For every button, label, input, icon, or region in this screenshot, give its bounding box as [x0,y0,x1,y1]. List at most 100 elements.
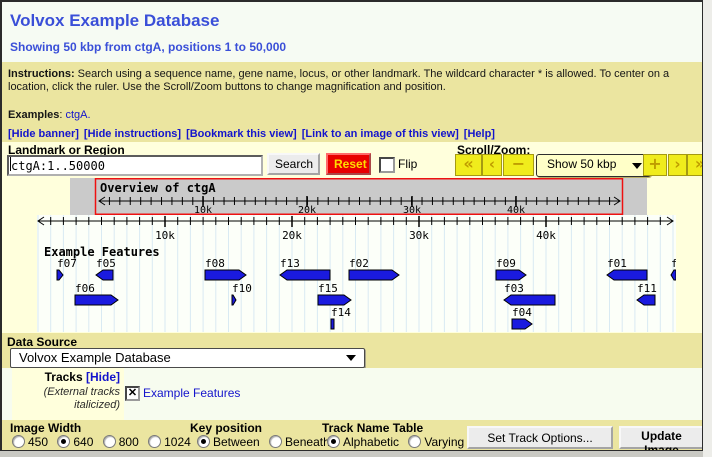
flip-label: Flip [398,157,417,171]
tracks-title: Tracks [Hide] [45,370,120,384]
link-to-image-link[interactable]: [Link to an image of this view] [302,128,459,140]
image-width-800[interactable]: 800 [103,435,139,449]
feature-f07[interactable]: f07 [57,257,77,280]
tracks-left-column: Tracks [Hide] (External tracksitalicized… [12,368,124,420]
ruler-tick-label: 10k [194,205,212,215]
zoom-in-button[interactable]: + [643,154,667,176]
window-edge-right [703,0,712,457]
radio-icon [12,435,25,448]
instructions-section: Instructions: Search using a sequence na… [2,62,702,142]
feature-label: f10 [232,282,252,295]
screenshot-stage: Volvox Example Database Showing 50 kbp f… [0,0,712,457]
chevron-down-icon [346,355,356,361]
feature-label: f13 [280,257,300,270]
key-position-between[interactable]: Between [197,435,260,449]
feature-label: f14 [331,306,351,319]
image-width-label: Image Width [10,421,81,435]
example-ctga-link[interactable]: ctgA. [66,109,91,121]
feature-f11[interactable]: f11 [637,282,657,305]
tracks-section: Tracks [Hide] (External tracksitalicized… [2,368,702,420]
track-name-table-label: Track Name Table [322,421,423,435]
feature-label: f02 [349,257,369,270]
feature-label: f06 [75,282,95,295]
radio-icon [327,435,340,448]
track-name-table-group: Alphabetic Varying [327,435,470,449]
instructions-label: Instructions: [8,68,75,80]
radio-icon [269,435,282,448]
feature-f05[interactable]: f05 [96,257,116,280]
scroll-left-button[interactable]: ‹ [482,154,502,176]
ruler-tick-label: 20k [282,229,302,242]
chevron-down-icon [632,163,642,169]
scroll-far-right-button[interactable]: » [687,154,703,176]
feature-label: f04 [512,306,532,319]
feature-f15[interactable]: f15 [318,282,351,305]
external-tracks-note: (External tracksitalicized) [44,386,120,412]
reset-button[interactable]: Reset [326,153,371,175]
detail-panel[interactable]: 10k20k30k40kExample Featuresf07f05f08f13… [37,215,676,332]
feature-f09[interactable]: f09 [496,257,526,280]
ruler-tick-label: 30k [403,205,421,215]
ruler-tick-label: 20k [298,205,316,215]
example-features-track-link[interactable]: Example Features [143,386,240,400]
feature-label: f03 [504,282,524,295]
radio-icon [148,435,161,448]
image-width-1024[interactable]: 1024 [148,435,191,449]
ruler-tick-label: 30k [409,229,429,242]
browser-section: Landmark or Region Scroll/Zoom: Search R… [2,142,702,333]
overview-title: Overview of ctgA [100,181,216,195]
zoom-level-select[interactable]: Show 50 kbp [536,154,651,177]
scroll-right-button[interactable]: › [668,154,687,176]
radio-icon [57,435,70,448]
ruler-tick-label: 40k [507,205,525,215]
help-link[interactable]: [Help] [464,128,495,140]
zoom-out-button[interactable]: − [503,154,534,176]
feature-label: f09 [496,257,516,270]
feature-f10[interactable]: f10 [232,282,252,305]
image-width-450[interactable]: 450 [12,435,48,449]
track-name-alphabetic[interactable]: Alphabetic [327,435,399,449]
instructions-text: Instructions: Search using a sequence na… [8,68,698,94]
update-image-button[interactable]: Update Image [619,426,703,449]
hide-instructions-link[interactable]: [Hide instructions] [84,128,181,140]
feature-f14[interactable]: f14 [331,306,351,329]
image-width-640[interactable]: 640 [57,435,93,449]
hide-tracks-link[interactable]: [Hide] [86,370,120,384]
banner: Volvox Example Database Showing 50 kbp f… [2,2,702,62]
data-source-select[interactable]: Volvox Example Database [10,348,365,368]
bookmark-view-link[interactable]: [Bookmark this view] [186,128,297,140]
feature-label: f [671,257,676,270]
radio-icon [197,435,210,448]
feature-f08[interactable]: f08 [205,257,246,280]
key-position-group: Between Beneath [197,435,336,449]
scroll-far-left-button[interactable]: « [455,154,482,176]
feature-f03[interactable]: f03 [504,282,555,305]
feature-label: f11 [637,282,657,295]
example-features-checkbox[interactable]: ✕ [125,386,140,401]
examples-line: Examples: ctgA. [8,109,91,121]
set-track-options-button[interactable]: Set Track Options... [467,426,613,449]
flip-checkbox[interactable] [379,157,395,173]
key-position-beneath[interactable]: Beneath [269,435,330,449]
feature-f04[interactable]: f04 [512,306,532,329]
feature-f01[interactable]: f01 [607,257,647,280]
search-button[interactable]: Search [267,153,320,175]
landmark-input[interactable] [7,155,263,176]
feature-f02[interactable]: f02 [349,257,399,280]
track-name-varying[interactable]: Varying [408,435,464,449]
key-position-label: Key position [190,421,262,435]
feature-f[interactable]: f [671,257,676,280]
nav-links: [Hide banner] [Hide instructions] [Bookmar… [8,128,500,140]
bottom-controls: Image Width 450 640 800 1024 Key positio… [2,420,702,450]
page-title: Volvox Example Database [10,11,219,31]
feature-label: f07 [57,257,77,270]
data-source-section: Data Source Volvox Example Database [2,333,702,368]
overview-panel[interactable]: Overview of ctgA 10k 20k 30k 40k [70,178,647,215]
window-edge-bottom [0,451,703,457]
hide-banner-link[interactable]: [Hide banner] [8,128,79,140]
feature-label: f08 [205,257,225,270]
feature-label: f15 [318,282,338,295]
feature-f06[interactable]: f06 [75,282,118,305]
image-width-group: 450 640 800 1024 [12,435,197,449]
radio-icon [408,435,421,448]
